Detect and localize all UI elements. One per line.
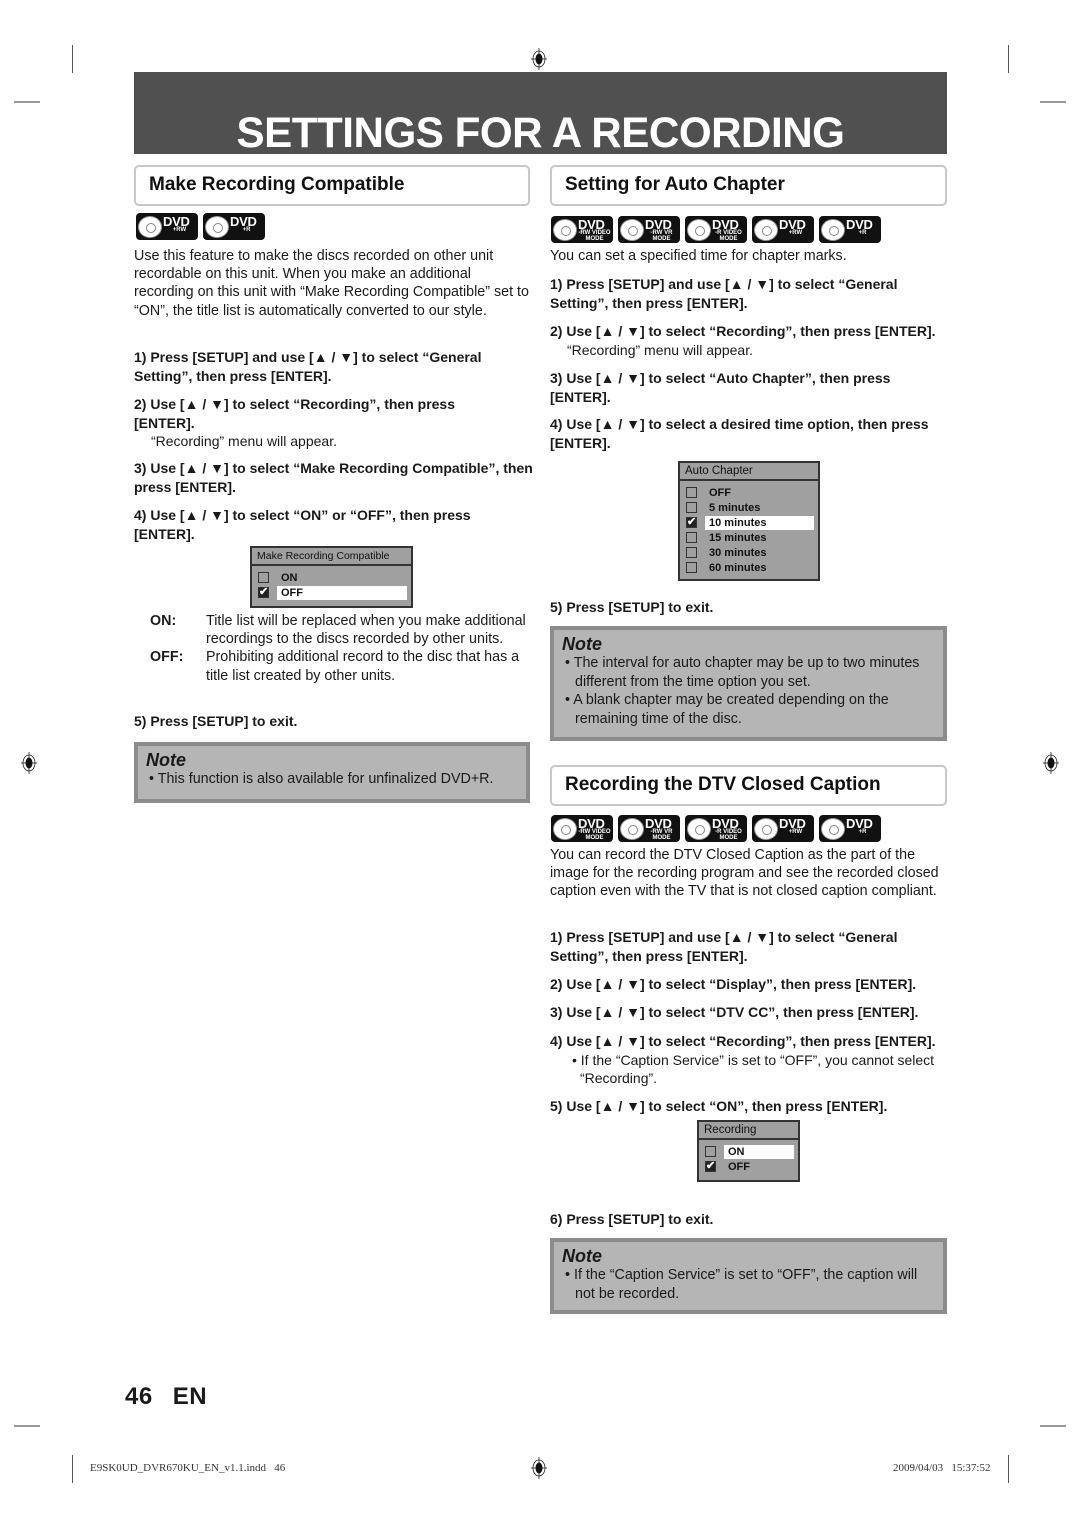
dvd-minus-rw-vr-badge-icon: DVD -RW VR MODE xyxy=(618,815,680,842)
dvd-minus-rw-video-badge-icon: DVD -RW VIDEO MODE xyxy=(551,815,613,842)
osd-option-off[interactable]: OFF xyxy=(686,485,814,500)
crop-mark xyxy=(14,1425,40,1427)
step-1: 1) Press [SETUP] and use [▲ / ▼] to sele… xyxy=(550,276,898,311)
osd-option-off[interactable]: ✔ OFF xyxy=(258,585,407,600)
step-bullet: • If the “Caption Service” is set to “OF… xyxy=(572,1051,935,1087)
dvd-minus-r-video-badge-icon: DVD -R VIDEO MODE xyxy=(685,216,747,243)
step-1: 1) Press [SETUP] and use [▲ / ▼] to sele… xyxy=(134,349,482,384)
checkbox-checked-icon: ✔ xyxy=(686,516,697,528)
intro-text: Use this feature to make the discs recor… xyxy=(134,248,529,319)
dvd-plus-r-badge-icon: DVD +R xyxy=(819,216,881,243)
section-heading-dtv-cc: Recording the DTV Closed Caption xyxy=(550,765,947,806)
note-item: • If the “Caption Service” is set to “OF… xyxy=(565,1267,918,1302)
dvd-minus-rw-video-badge-icon: DVD -RW VIDEO MODE xyxy=(551,216,613,243)
dvd-plus-rw-badge-icon: DVD +RW xyxy=(752,216,814,243)
note-item: • This function is also available for un… xyxy=(149,771,494,787)
checkbox-icon xyxy=(705,1146,716,1157)
step-6: 6) Press [SETUP] to exit. xyxy=(550,1211,714,1227)
step-3: 3) Use [▲ / ▼] to select “DTV CC”, then … xyxy=(550,1004,919,1020)
section-heading-auto-chapter: Setting for Auto Chapter xyxy=(550,165,947,206)
checkbox-icon xyxy=(686,487,697,498)
note-box: Note • The interval for auto chapter may… xyxy=(550,626,947,741)
osd-option-off[interactable]: ✔ OFF xyxy=(705,1159,794,1174)
step-3: 3) Use [▲ / ▼] to select “Make Recording… xyxy=(134,460,533,495)
osd-option-30-minutes[interactable]: 30 minutes xyxy=(686,545,814,560)
step-detail: “Recording” menu will appear. xyxy=(567,341,753,358)
dvd-minus-rw-vr-badge-icon: DVD -RW VR MODE xyxy=(618,216,680,243)
step-2: 2) Use [▲ / ▼] to select “Recording”, th… xyxy=(550,322,955,359)
registration-mark-icon xyxy=(1043,752,1059,774)
checkbox-checked-icon: ✔ xyxy=(258,586,269,598)
step-4: 4) Use [▲ / ▼] to select “Recording”, th… xyxy=(550,1032,955,1088)
dvd-minus-r-video-badge-icon: DVD -R VIDEO MODE xyxy=(685,815,747,842)
definition-on: ON: Title list will be replaced when you … xyxy=(150,613,526,648)
crop-mark xyxy=(72,1455,73,1483)
step-1: 1) Press [SETUP] and use [▲ / ▼] to sele… xyxy=(550,929,898,964)
crop-mark xyxy=(1008,45,1009,73)
registration-mark-icon xyxy=(21,752,37,774)
step-4: 4) Use [▲ / ▼] to select a desired time … xyxy=(550,416,929,451)
osd-option-10-minutes[interactable]: ✔ 10 minutes xyxy=(686,515,814,530)
osd-menu-make-compatible: Make Recording Compatible ON ✔ OFF xyxy=(250,546,413,608)
disc-badges: DVD -RW VIDEO MODE DVD -RW VR MODE DVD -R V… xyxy=(551,815,881,842)
step-2: 2) Use [▲ / ▼] to select “Recording”, th… xyxy=(134,395,504,451)
osd-option-15-minutes[interactable]: 15 minutes xyxy=(686,530,814,545)
note-title: Note xyxy=(562,634,602,654)
step-5: 5) Press [SETUP] to exit. xyxy=(550,599,714,615)
osd-menu-recording: Recording ON ✔ OFF xyxy=(697,1120,800,1182)
registration-mark-icon xyxy=(531,1457,547,1479)
crop-mark xyxy=(72,45,73,73)
intro-text: You can record the DTV Closed Caption as… xyxy=(550,847,939,900)
checkbox-icon xyxy=(686,547,697,558)
osd-title: Make Recording Compatible xyxy=(252,548,411,566)
osd-option-on[interactable]: ON xyxy=(705,1144,794,1159)
note-item: • A blank chapter may be created dependi… xyxy=(565,692,889,727)
osd-option-5-minutes[interactable]: 5 minutes xyxy=(686,500,814,515)
osd-title: Auto Chapter xyxy=(680,463,818,481)
checkbox-checked-icon: ✔ xyxy=(705,1160,716,1172)
step-2: 2) Use [▲ / ▼] to select “Display”, then… xyxy=(550,976,917,992)
page-number: 46 EN xyxy=(125,1383,208,1410)
dvd-plus-rw-badge-icon: DVD +RW xyxy=(752,815,814,842)
step-5: 5) Press [SETUP] to exit. xyxy=(134,713,298,729)
checkbox-icon xyxy=(686,562,697,573)
note-box: Note • If the “Caption Service” is set t… xyxy=(550,1238,947,1314)
footer-file-info: E9SK0UD_DVR670KU_EN_v1.1.indd 46 xyxy=(90,1462,286,1474)
definition-off: OFF: Prohibiting additional record to the… xyxy=(150,649,520,684)
osd-menu-auto-chapter: Auto Chapter OFF 5 minutes ✔ 10 minutes 1… xyxy=(678,461,820,581)
step-4: 4) Use [▲ / ▼] to select “ON” or “OFF”, … xyxy=(134,507,471,542)
checkbox-icon xyxy=(686,532,697,543)
disc-badges: DVD -RW VIDEO MODE DVD -RW VR MODE DVD -R V… xyxy=(551,216,881,243)
registration-mark-icon xyxy=(531,48,547,70)
note-title: Note xyxy=(146,750,186,770)
option-definitions: ON: Title list will be replaced when you … xyxy=(150,612,530,685)
footer-timestamp: 2009/04/03 15:37:52 xyxy=(893,1462,991,1474)
note-item: • The interval for auto chapter may be u… xyxy=(565,655,920,690)
crop-mark xyxy=(1040,1425,1066,1427)
dvd-plus-r-badge-icon: DVD +R xyxy=(819,815,881,842)
crop-mark xyxy=(14,101,40,103)
checkbox-icon xyxy=(258,572,269,583)
checkbox-icon xyxy=(686,502,697,513)
intro-text: You can set a specified time for chapter… xyxy=(550,248,847,264)
note-box: Note • This function is also available f… xyxy=(134,742,530,803)
step-3: 3) Use [▲ / ▼] to select “Auto Chapter”,… xyxy=(550,370,891,405)
section-heading-make-compatible: Make Recording Compatible xyxy=(134,165,530,206)
page-title: SETTINGS FOR A RECORDING xyxy=(236,109,845,157)
crop-mark xyxy=(1040,101,1066,103)
title-banner: SETTINGS FOR A RECORDING xyxy=(134,72,947,157)
dvd-plus-rw-badge-icon: DVD +RW xyxy=(136,213,198,240)
osd-option-60-minutes[interactable]: 60 minutes xyxy=(686,560,814,575)
step-5: 5) Use [▲ / ▼] to select “ON”, then pres… xyxy=(550,1098,888,1114)
dvd-plus-r-badge-icon: DVD +R xyxy=(203,213,265,240)
osd-option-on[interactable]: ON xyxy=(258,570,407,585)
disc-badges: DVD +RW DVD +R xyxy=(136,213,265,240)
osd-title: Recording xyxy=(699,1122,798,1140)
crop-mark xyxy=(1008,1455,1009,1483)
step-detail: “Recording” menu will appear. xyxy=(151,433,337,449)
note-title: Note xyxy=(562,1246,602,1266)
